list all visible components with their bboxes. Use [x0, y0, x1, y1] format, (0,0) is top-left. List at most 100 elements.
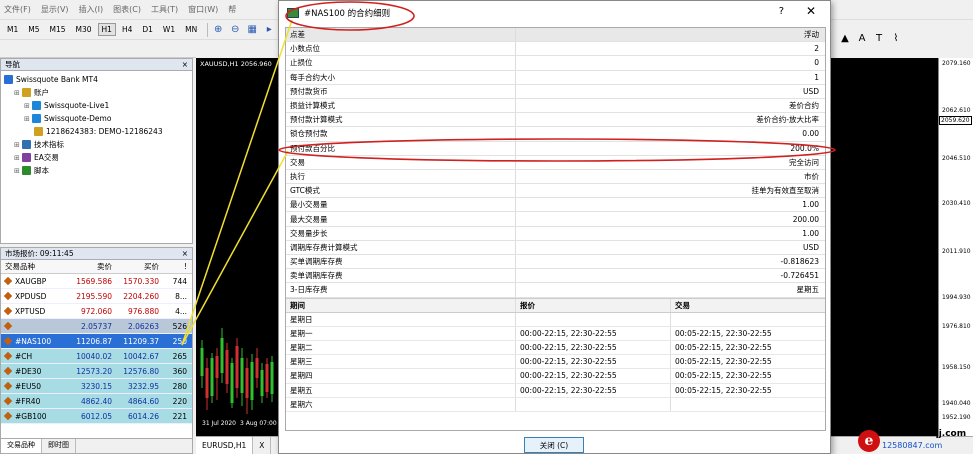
- expand-icon[interactable]: ⊞: [14, 154, 22, 162]
- col-spread[interactable]: !: [162, 262, 190, 271]
- session-row[interactable]: 星期二 00:00-22:15, 22:30-22:55 00:05-22:15, …: [286, 340, 825, 356]
- property-row[interactable]: 最小交易量 1.00: [286, 198, 825, 213]
- property-row[interactable]: 执行 市价: [286, 169, 825, 185]
- label-icon[interactable]: T: [873, 33, 885, 45]
- property-row[interactable]: 交易 完全访问: [286, 155, 825, 170]
- navigator-item-label: Swissquote-Live1: [44, 101, 110, 110]
- fibonacci-icon[interactable]: ⌇: [890, 33, 902, 45]
- property-key: 执行: [286, 169, 516, 184]
- property-row[interactable]: 预付款计算模式 差价合约-放大比率: [286, 113, 825, 128]
- session-row[interactable]: 星期日: [286, 312, 825, 327]
- market-row[interactable]: 2.05737 2.06263 526: [1, 319, 192, 334]
- accounts-icon: [22, 88, 31, 97]
- market-watch-tab[interactable]: 即时图: [42, 439, 76, 453]
- price-tick-label: 1976.810: [942, 323, 971, 330]
- col-symbol[interactable]: 交易品种: [1, 261, 67, 272]
- price-tick-label: 2079.160: [942, 60, 971, 67]
- property-row[interactable]: 每手合约大小 1: [286, 70, 825, 85]
- timeframe-m15-button[interactable]: M15: [46, 23, 70, 36]
- timeframe-h1-button[interactable]: H1: [97, 23, 116, 36]
- candle-body: [270, 362, 274, 394]
- market-row[interactable]: #DE30 12573.20 12576.80 360: [1, 364, 192, 379]
- menu-item[interactable]: 插入(I): [79, 4, 104, 15]
- timeframe-d1-button[interactable]: D1: [138, 23, 157, 36]
- navigator-item[interactable]: ⊞ Swissquote-Live1: [4, 99, 189, 112]
- chart-tab[interactable]: EURUSD,H1: [196, 436, 254, 454]
- property-row[interactable]: 预付款货币 USD: [286, 84, 825, 99]
- arrow-up-icon[interactable]: ▲: [839, 33, 851, 45]
- close-icon[interactable]: ✕: [806, 4, 816, 18]
- session-day: 星期四: [286, 369, 516, 383]
- property-row[interactable]: 调期库存费计算模式 USD: [286, 240, 825, 255]
- col-ask[interactable]: 买价: [115, 261, 162, 272]
- expand-icon[interactable]: ⊞: [14, 167, 22, 175]
- menu-item[interactable]: 显示(V): [41, 4, 69, 15]
- navigator-item[interactable]: ⊞ 技术指标: [4, 138, 189, 151]
- col-bid[interactable]: 卖价: [67, 261, 115, 272]
- expand-icon[interactable]: ⊞: [24, 102, 32, 110]
- price-tick-label: 1940.040: [942, 400, 971, 407]
- zoom-out-icon[interactable]: ⊖: [229, 24, 241, 36]
- navigator-item[interactable]: ⊞ 账户: [4, 86, 189, 99]
- expand-icon[interactable]: ⊞: [14, 141, 22, 149]
- navigator-close-icon[interactable]: ×: [182, 60, 188, 69]
- market-watch-close-icon[interactable]: ×: [182, 249, 188, 258]
- menu-item[interactable]: 工具(T): [151, 4, 178, 15]
- navigator-item[interactable]: Swissquote Bank MT4: [4, 73, 189, 86]
- session-row[interactable]: 星期一 00:00-22:15, 22:30-22:55 00:05-22:15, …: [286, 326, 825, 341]
- market-row[interactable]: #FR40 4862.40 4864.60 220: [1, 394, 192, 409]
- property-row[interactable]: GTC模式 挂单为有效直至取消: [286, 184, 825, 199]
- chart-tab[interactable]: X: [253, 436, 272, 454]
- property-row[interactable]: 止损位 0: [286, 56, 825, 71]
- property-value: 星期五: [796, 285, 820, 295]
- session-row[interactable]: 星期六: [286, 397, 825, 412]
- property-row[interactable]: 卖单调期库存费 -0.726451: [286, 269, 825, 284]
- menu-item[interactable]: 帮: [228, 4, 236, 15]
- timeframe-h4-button[interactable]: H4: [118, 23, 136, 36]
- property-row[interactable]: 3-日库存费 星期五: [286, 283, 825, 298]
- market-row[interactable]: #CH 10040.02 10042.67 265: [1, 349, 192, 364]
- session-day: 星期五: [286, 383, 516, 397]
- market-row[interactable]: XPDUSD 2195.590 2204.260 8...: [1, 289, 192, 304]
- property-row[interactable]: 小数点位 2: [286, 42, 825, 57]
- session-row[interactable]: 星期三 00:00-22:15, 22:30-22:55 00:05-22:15, …: [286, 355, 825, 370]
- property-value: 完全访问: [789, 157, 819, 167]
- market-row[interactable]: #GB100 6012.05 6014.26 221: [1, 409, 192, 424]
- text-icon[interactable]: A: [856, 33, 868, 45]
- tile-windows-icon[interactable]: ▦: [246, 24, 258, 36]
- property-row[interactable]: 买单调期库存费 -0.818623: [286, 255, 825, 270]
- property-row[interactable]: 最大交易量 200.00: [286, 212, 825, 227]
- close-button[interactable]: 关闭 (C): [524, 437, 584, 453]
- market-symbol: #DE30: [1, 366, 67, 376]
- session-row[interactable]: 星期四 00:00-22:15, 22:30-22:55 00:05-22:15, …: [286, 369, 825, 384]
- property-row[interactable]: 点差 浮动: [286, 28, 825, 43]
- navigator-item[interactable]: 1218624383: DEMO-12186243: [4, 125, 189, 138]
- property-row[interactable]: 损益计算模式 差价合约: [286, 98, 825, 114]
- timeframe-m5-button[interactable]: M5: [24, 23, 43, 36]
- menu-item[interactable]: 文件(F): [4, 4, 31, 15]
- market-row[interactable]: XPTUSD 972.060 976.880 4...: [1, 304, 192, 319]
- property-row[interactable]: 锁仓预付款 0.00: [286, 127, 825, 142]
- timeframe-mn-button[interactable]: MN: [181, 23, 201, 36]
- timeframe-m1-button[interactable]: M1: [3, 23, 22, 36]
- property-row[interactable]: 交易量步长 1.00: [286, 226, 825, 241]
- menu-item[interactable]: 图表(C): [113, 4, 141, 15]
- help-icon[interactable]: ?: [779, 6, 784, 17]
- zoom-in-icon[interactable]: ⊕: [212, 24, 224, 36]
- property-row[interactable]: 预付款百分比 200.0%: [286, 141, 825, 156]
- expand-icon[interactable]: ⊞: [14, 89, 22, 97]
- market-row[interactable]: #NAS100 11206.87 11209.37 250: [1, 334, 192, 349]
- chart-shift-icon[interactable]: ▸: [263, 24, 275, 36]
- session-row[interactable]: 星期五 00:00-22:15, 22:30-22:55 00:05-22:15, …: [286, 383, 825, 398]
- menu-item[interactable]: 窗口(W): [188, 4, 218, 15]
- market-watch-tab[interactable]: 交易品种: [1, 439, 42, 453]
- navigator-item[interactable]: ⊞ 脚本: [4, 164, 189, 177]
- session-day: 星期三: [286, 355, 516, 369]
- market-row[interactable]: XAUGBP 1569.586 1570.330 744: [1, 274, 192, 289]
- expand-icon[interactable]: ⊞: [24, 115, 32, 123]
- navigator-item[interactable]: ⊞ EA交易: [4, 151, 189, 164]
- market-row[interactable]: #EU50 3230.15 3232.95 280: [1, 379, 192, 394]
- timeframe-m30-button[interactable]: M30: [72, 23, 96, 36]
- navigator-item[interactable]: ⊞ Swissquote-Demo: [4, 112, 189, 125]
- timeframe-w1-button[interactable]: W1: [159, 23, 179, 36]
